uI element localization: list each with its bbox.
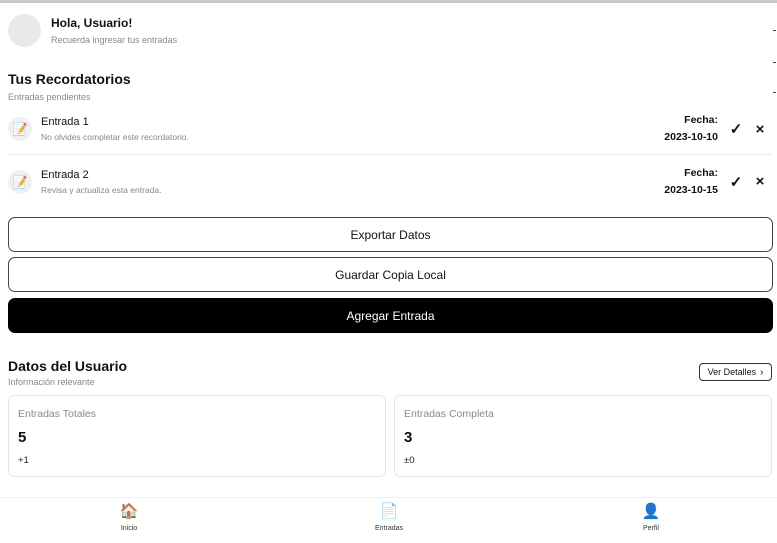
stat-delta: +1 (18, 455, 29, 466)
edge-marker (773, 30, 776, 31)
confirm-check-icon[interactable]: ✓ (724, 173, 748, 191)
reminder-description: Revisa y actualiza esta entrada. (41, 184, 162, 195)
save-local-copy-button[interactable]: Guardar Copia Local (8, 257, 773, 292)
user-data-subtitle: Información relevante (8, 377, 95, 387)
reminder-item[interactable]: 📝 Entrada 1 No olvides completar este re… (8, 104, 772, 155)
date-label: Fecha: (684, 114, 718, 126)
reminder-title: Entrada 1 (41, 116, 89, 128)
confirm-check-icon[interactable]: ✓ (724, 120, 748, 138)
add-entry-button[interactable]: Agregar Entrada (8, 298, 773, 333)
user-icon: 👤 (641, 503, 661, 520)
nav-item-inicio[interactable]: 🏠 Inicio (84, 503, 174, 532)
dismiss-close-icon[interactable]: × (748, 121, 772, 138)
view-details-button[interactable]: Ver Detalles › (699, 363, 772, 381)
stat-label: Entradas Totales (18, 408, 97, 420)
home-icon: 🏠 (119, 503, 139, 520)
date-label: Fecha: (684, 166, 718, 179)
stat-value: 5 (18, 429, 27, 446)
dismiss-close-icon[interactable]: × (748, 173, 772, 190)
reminder-text: Entrada 2 Revisa y actualiza esta entrad… (41, 169, 664, 195)
nav-label: Entradas (374, 525, 404, 532)
avatar[interactable] (8, 14, 41, 47)
greeting-header: Hola, Usuario! Recuerda ingresar tus ent… (8, 14, 177, 47)
reminder-date: Fecha: 2023-10-10 (664, 112, 718, 146)
stat-delta: ±0 (404, 455, 415, 466)
top-border (0, 0, 777, 3)
nav-label: Inicio (120, 525, 138, 532)
date-value: 2023-10-15 (664, 183, 718, 196)
pencil-memo-icon: 📝 (8, 169, 32, 194)
reminder-description: No olvides completar este recordatorio. (41, 132, 189, 142)
document-icon: 📄 (379, 503, 399, 520)
view-details-label: Ver Detalles (707, 367, 757, 377)
reminder-text: Entrada 1 No olvides completar este reco… (41, 116, 664, 142)
reminders-title: Tus Recordatorios (8, 71, 131, 87)
date-value: 2023-10-10 (664, 131, 718, 143)
nav-item-entradas[interactable]: 📄 Entradas (344, 503, 434, 532)
stat-value: 3 (404, 429, 413, 446)
greeting-title: Hola, Usuario! (51, 16, 133, 30)
user-data-title: Datos del Usuario (8, 358, 128, 374)
greeting-subtitle: Recuerda ingresar tus entradas (51, 35, 178, 45)
reminder-item[interactable]: 📝 Entrada 2 Revisa y actualiza esta entr… (8, 156, 772, 207)
reminder-date: Fecha: 2023-10-15 (664, 165, 718, 199)
edge-marker (773, 92, 776, 93)
nav-item-perfil[interactable]: 👤 Perfil (606, 503, 696, 532)
pencil-memo-icon: 📝 (8, 117, 32, 141)
bottom-nav: 🏠 Inicio 📄 Entradas 👤 Perfil (0, 497, 777, 543)
reminders-subtitle: Entradas pendientes (8, 92, 91, 102)
chevron-right-icon: › (760, 366, 764, 378)
export-data-button[interactable]: Exportar Datos (8, 217, 773, 252)
nav-label: Perfil (643, 525, 659, 532)
stat-card-completed: Entradas Completa 3 ±0 (394, 395, 772, 477)
edge-marker (773, 62, 776, 63)
reminder-title: Entrada 2 (41, 168, 89, 181)
stat-card-total: Entradas Totales 5 +1 (8, 395, 386, 477)
greeting-text: Hola, Usuario! Recuerda ingresar tus ent… (51, 16, 177, 45)
stat-label: Entradas Completa (404, 408, 494, 420)
